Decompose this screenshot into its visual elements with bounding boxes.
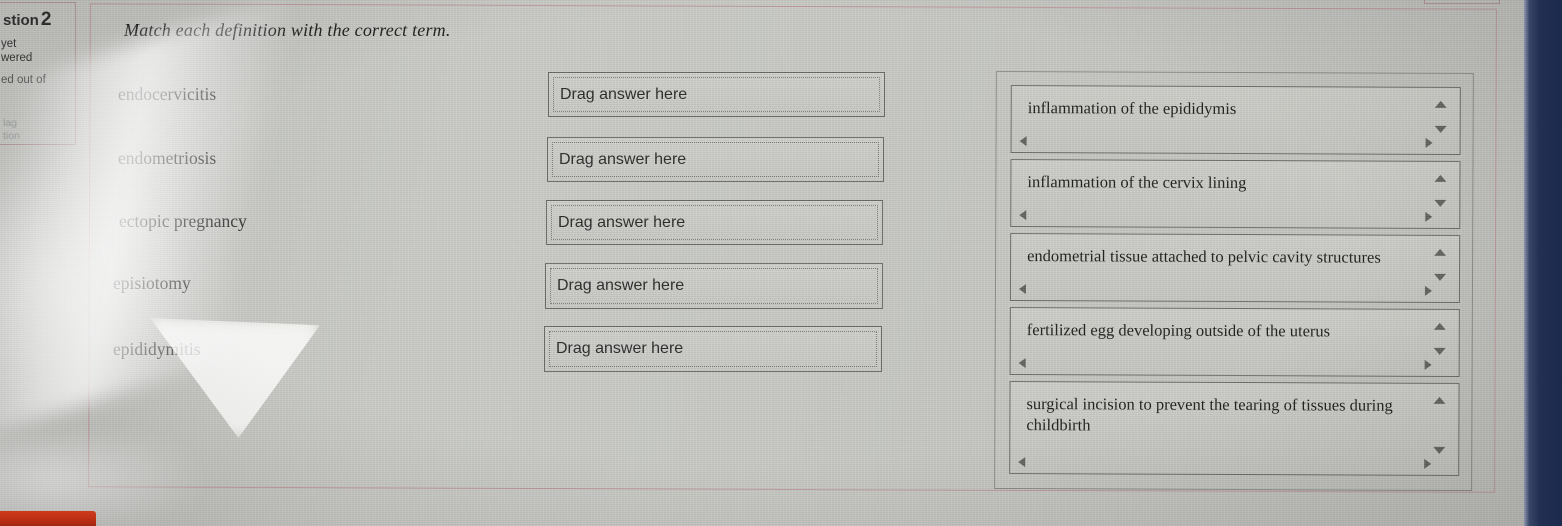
scroll-left-icon[interactable] bbox=[1018, 457, 1026, 468]
scroll-up-icon[interactable] bbox=[1434, 100, 1447, 108]
dropzone-placeholder-5: Drag answer here bbox=[556, 340, 684, 357]
answer-option-text-3: endometrial tissue attached to pelvic ca… bbox=[1027, 246, 1381, 267]
scroll-up-icon[interactable] bbox=[1434, 174, 1447, 182]
answer-option-text-2: inflammation of the cervix lining bbox=[1027, 172, 1247, 193]
question-label-text: stion bbox=[3, 12, 39, 29]
question-number-heading: stion 2 bbox=[3, 9, 51, 31]
answer-option-1[interactable]: inflammation of the epididymis bbox=[1010, 85, 1461, 155]
scroll-right-icon[interactable] bbox=[1424, 285, 1432, 296]
dropzone-1[interactable]: Drag answer here bbox=[548, 72, 885, 117]
scroll-up-icon[interactable] bbox=[1433, 322, 1446, 330]
answer-option-text-4: fertilized egg developing outside of the… bbox=[1026, 320, 1331, 341]
answer-option-5[interactable]: surgical incision to prevent the tearing… bbox=[1009, 381, 1460, 476]
screen-photo: stion 2 yet wered ed out of lag tion Matc… bbox=[0, 0, 1562, 526]
scroll-left-icon[interactable] bbox=[1018, 284, 1026, 295]
answer-option-4[interactable]: fertilized egg developing outside of the… bbox=[1009, 307, 1460, 377]
term-label-1: endocervicitis bbox=[118, 84, 217, 104]
term-label-5: epididymitis bbox=[113, 339, 201, 359]
flag-question-link[interactable]: lag tion bbox=[3, 117, 20, 143]
scroll-down-icon[interactable] bbox=[1433, 347, 1446, 355]
scroll-right-icon[interactable] bbox=[1425, 211, 1433, 222]
dropzone-5[interactable]: Drag answer here bbox=[544, 326, 882, 372]
answer-option-3[interactable]: endometrial tissue attached to pelvic ca… bbox=[1009, 233, 1461, 303]
dropzone-3[interactable]: Drag answer here bbox=[546, 200, 883, 245]
term-label-2: endometriosis bbox=[118, 148, 217, 168]
term-label-3: ectopic pregnancy bbox=[119, 211, 247, 231]
scroll-down-icon[interactable] bbox=[1434, 273, 1447, 281]
top-cutoff-element bbox=[1424, 0, 1500, 4]
scroll-left-icon[interactable] bbox=[1018, 358, 1026, 369]
answer-option-2[interactable]: inflammation of the cervix lining bbox=[1010, 159, 1461, 229]
question-info-sidebar: stion 2 yet wered ed out of lag tion bbox=[0, 2, 76, 145]
term-label-4: episiotomy bbox=[113, 273, 191, 293]
dropzone-placeholder-2: Drag answer here bbox=[559, 150, 687, 168]
monitor-bezel-right bbox=[1524, 0, 1562, 526]
scroll-down-icon[interactable] bbox=[1434, 125, 1447, 133]
scroll-left-icon[interactable] bbox=[1019, 210, 1027, 221]
scroll-left-icon[interactable] bbox=[1019, 136, 1027, 147]
answer-option-text-5: surgical incision to prevent the tearing… bbox=[1026, 394, 1393, 435]
question-state-text: yet wered bbox=[1, 38, 33, 64]
question-marks-text: ed out of bbox=[1, 74, 46, 86]
scroll-down-icon[interactable] bbox=[1434, 199, 1447, 207]
dropzone-placeholder-4: Drag answer here bbox=[557, 277, 685, 294]
dropzone-4[interactable]: Drag answer here bbox=[545, 263, 883, 309]
monitor-screen: stion 2 yet wered ed out of lag tion Matc… bbox=[0, 0, 1524, 526]
answer-option-text-1: inflammation of the epididymis bbox=[1027, 98, 1237, 119]
scroll-up-icon[interactable] bbox=[1433, 396, 1446, 404]
scroll-right-icon[interactable] bbox=[1424, 458, 1432, 469]
scroll-up-icon[interactable] bbox=[1434, 248, 1447, 256]
answer-bank: inflammation of the epididymis inflammat… bbox=[994, 70, 1474, 492]
dropzone-2[interactable]: Drag answer here bbox=[547, 137, 884, 182]
scroll-right-icon[interactable] bbox=[1424, 359, 1432, 370]
question-prompt: Match each definition with the correct t… bbox=[124, 20, 451, 40]
dropzone-placeholder-1: Drag answer here bbox=[560, 85, 688, 103]
scroll-right-icon[interactable] bbox=[1425, 137, 1433, 148]
scroll-down-icon[interactable] bbox=[1433, 446, 1446, 454]
question-number-value: 2 bbox=[40, 9, 52, 30]
dropzone-placeholder-3: Drag answer here bbox=[558, 213, 686, 231]
red-object-bottom-left bbox=[0, 511, 96, 526]
